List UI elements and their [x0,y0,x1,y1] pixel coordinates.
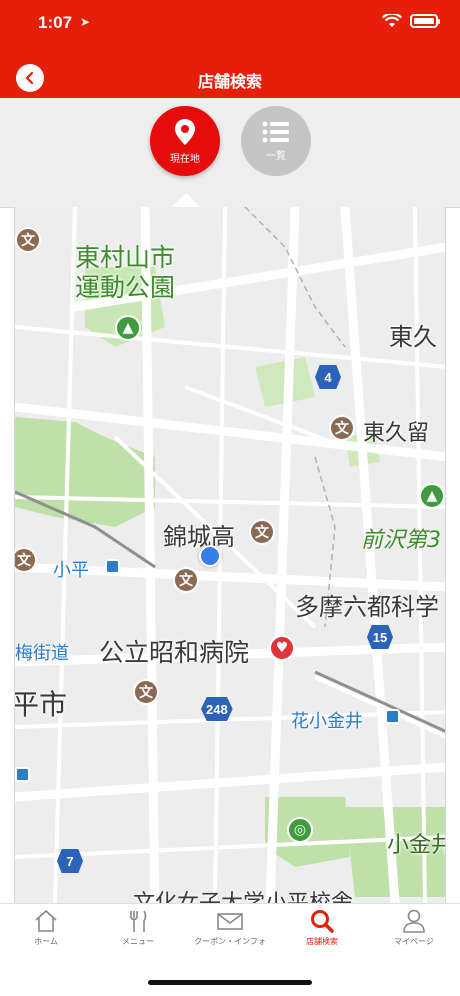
route-shield: 7 [57,849,83,873]
map-label-hanakoganei: 花小金井 [291,711,363,732]
route-shield: 15 [367,625,393,649]
envelope-icon [217,913,243,930]
map-roads [15,207,445,903]
school-icon[interactable]: 文 [173,567,199,593]
school-icon[interactable]: 文 [329,415,355,441]
map-label-higashikurume: 東久 [389,323,437,351]
map-label-bottom: 文化女子大学小平校舎 [133,885,353,903]
wifi-icon [382,14,402,27]
current-location-dot [199,545,221,567]
location-arrow-icon: ➤ [80,15,91,29]
map-label-kinjo: 錦城高 [163,523,235,551]
status-bar: 1:07 ➤ [0,0,460,50]
map-label-higashikurume-school: 東久留 [363,421,430,446]
map-label-koganei: 小金井 [387,833,445,858]
list-button[interactable]: 一覧 [241,106,311,176]
user-icon [403,909,425,933]
map-view[interactable]: 東村山市 運動公園 東久 東久留 錦城高 小平 前沢第3 多摩六都科学 梅街道 … [14,207,446,903]
route-shield: 4 [315,365,341,389]
map-label-hospital: 公立昭和病院 [99,638,250,667]
school-icon[interactable]: 文 [15,227,41,253]
hospital-icon[interactable]: ♥ [269,635,295,661]
tab-mypage[interactable]: マイページ [368,908,460,956]
page-title: 店舗検索 [197,72,262,91]
tab-home[interactable]: ホーム [0,908,92,956]
map-label-maesawa: 前沢第3 [361,528,441,553]
mode-toggle-bar: 現在地 一覧 [0,98,460,208]
map-label-ome-kaido: 梅街道 [15,643,69,664]
app-header: 1:07 ➤ 店舗検索 [0,0,460,98]
list-icon [262,121,289,142]
tab-mypage-label: マイページ [394,937,434,946]
station-icon[interactable] [15,767,30,782]
mode-pointer [172,193,200,207]
golf-icon[interactable]: ◎ [287,817,313,843]
park-icon[interactable]: ▲ [115,315,141,341]
station-icon[interactable] [385,709,400,724]
tab-store-search[interactable]: 店舗検索 [276,908,368,956]
list-label: 一覧 [266,150,286,162]
current-location-button[interactable]: 現在地 [150,106,220,176]
tab-coupon[interactable]: クーポン・インフォ [184,908,276,956]
search-icon [311,910,334,933]
tab-home-label: ホーム [34,937,58,946]
tab-coupon-label: クーポン・インフォ [194,937,266,946]
park-icon[interactable]: ▲ [419,483,445,509]
tab-menu[interactable]: メニュー [92,908,184,956]
battery-icon [410,14,440,28]
status-time: 1:07 [38,13,73,32]
school-icon[interactable]: 文 [133,679,159,705]
fork-knife-icon [130,910,147,932]
map-label-kodaira-city: 平市 [14,688,68,721]
current-location-label: 現在地 [170,153,200,165]
station-icon[interactable] [105,559,120,574]
map-label-kodaira: 小平 [53,560,89,581]
map-label-park: 東村山市 運動公園 [75,243,176,302]
route-shield: 248 [201,697,233,721]
home-icon [35,909,57,932]
tab-store-search-label: 店舗検索 [306,937,338,946]
tab-menu-label: メニュー [122,937,154,946]
map-pin-icon [175,118,195,145]
school-icon[interactable]: 文 [249,519,275,545]
status-icons [382,14,440,28]
map-label-tama: 多摩六都科学 [295,593,439,621]
home-indicator [148,980,312,985]
